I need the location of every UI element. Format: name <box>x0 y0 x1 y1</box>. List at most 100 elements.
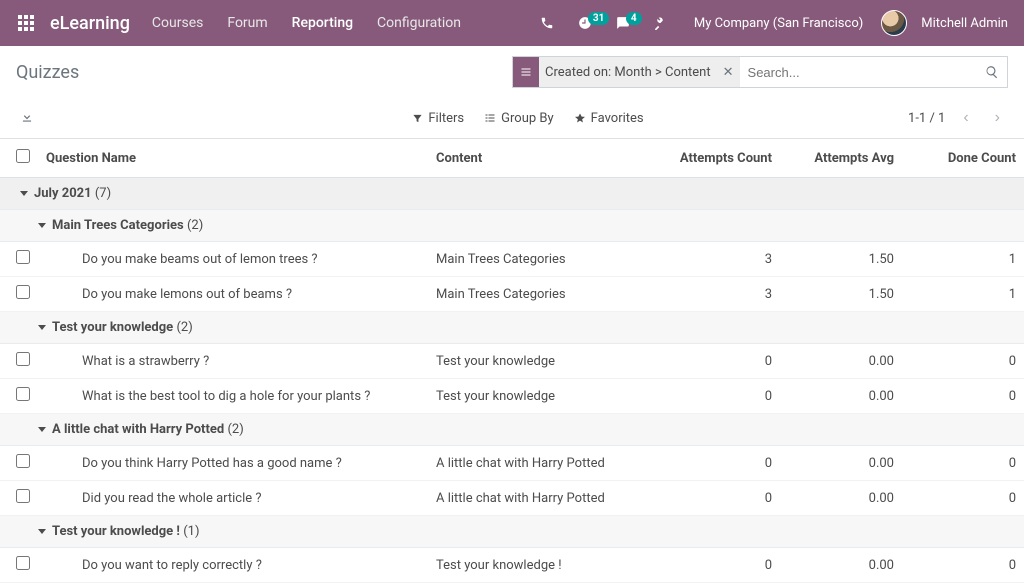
cell-done-count: 0 <box>902 344 1024 379</box>
select-all-checkbox[interactable] <box>16 149 30 163</box>
systray: 31 4 My Company (San Francisco) Mitchell… <box>532 8 1016 38</box>
caret-down-icon <box>38 325 46 330</box>
search-bar: Created on: Month > Content ✕ <box>512 56 1008 88</box>
search-facet: Created on: Month > Content ✕ <box>513 57 740 87</box>
table-row[interactable]: Do you make lemons out of beams ?Main Tr… <box>0 277 1024 312</box>
table-row[interactable]: Did you read the whole article ?A little… <box>0 481 1024 516</box>
cell-content: A little chat with Harry Potted <box>428 481 658 516</box>
caret-down-icon <box>38 427 46 432</box>
list-icon <box>513 57 539 87</box>
cell-done-count: 1 <box>902 242 1024 277</box>
cell-attempts-avg: 0.00 <box>780 379 902 414</box>
cell-done-count: 0 <box>902 379 1024 414</box>
facet-remove[interactable]: ✕ <box>717 65 740 80</box>
avatar[interactable] <box>881 10 907 36</box>
search-button[interactable] <box>977 57 1007 87</box>
data-table: Question Name Content Attempts Count Att… <box>0 139 1024 583</box>
cell-done-count: 0 <box>902 446 1024 481</box>
group-row[interactable]: Test your knowledge ! (1) <box>0 516 1024 548</box>
col-question[interactable]: Question Name <box>38 139 428 178</box>
groupby-label: Group By <box>501 111 554 126</box>
page-prev[interactable]: ‹ <box>955 103 976 133</box>
cell-done-count: 0 <box>902 548 1024 583</box>
favorites-dropdown[interactable]: Favorites <box>574 111 644 126</box>
cell-question: Do you want to reply correctly ? <box>38 548 428 583</box>
calendar-badge: 31 <box>588 12 609 25</box>
row-checkbox[interactable] <box>16 489 30 503</box>
brand[interactable]: eLearning <box>44 13 140 34</box>
cell-attempts-avg: 1.50 <box>780 277 902 312</box>
cell-question: Do you think Harry Potted has a good nam… <box>38 446 428 481</box>
row-checkbox[interactable] <box>16 387 30 401</box>
clock-icon[interactable]: 31 <box>570 8 600 38</box>
caret-down-icon <box>38 529 46 534</box>
cell-attempts-avg: 1.50 <box>780 242 902 277</box>
cell-question: Do you make lemons out of beams ? <box>38 277 428 312</box>
cell-attempts-count: 0 <box>658 379 780 414</box>
nav-courses[interactable]: Courses <box>140 1 215 45</box>
row-checkbox[interactable] <box>16 352 30 366</box>
download-button[interactable] <box>16 106 38 131</box>
cell-content: Main Trees Categories <box>428 277 658 312</box>
group-row[interactable]: Test your knowledge (2) <box>0 312 1024 344</box>
groupby-dropdown[interactable]: Group By <box>484 111 554 126</box>
chat-icon[interactable]: 4 <box>608 8 638 38</box>
username[interactable]: Mitchell Admin <box>915 16 1016 31</box>
row-checkbox[interactable] <box>16 556 30 570</box>
row-checkbox[interactable] <box>16 250 30 264</box>
cell-done-count: 1 <box>902 277 1024 312</box>
filters-label: Filters <box>428 111 464 126</box>
cell-attempts-avg: 0.00 <box>780 446 902 481</box>
search-input[interactable] <box>740 57 977 87</box>
nav-reporting[interactable]: Reporting <box>280 1 365 45</box>
navbar: eLearning Courses Forum Reporting Config… <box>0 0 1024 46</box>
cell-question: What is the best tool to dig a hole for … <box>38 379 428 414</box>
facet-label: Created on: Month > Content <box>539 65 717 80</box>
caret-down-icon <box>20 191 28 196</box>
filters-dropdown[interactable]: Filters <box>412 111 464 126</box>
chat-badge: 4 <box>626 12 642 25</box>
col-done-count[interactable]: Done Count <box>902 139 1024 178</box>
table-row[interactable]: Do you think Harry Potted has a good nam… <box>0 446 1024 481</box>
cell-attempts-count: 0 <box>658 344 780 379</box>
cell-question: Do you make beams out of lemon trees ? <box>38 242 428 277</box>
table-row[interactable]: What is a strawberry ?Test your knowledg… <box>0 344 1024 379</box>
nav-configuration[interactable]: Configuration <box>365 1 473 45</box>
cell-attempts-count: 0 <box>658 481 780 516</box>
table-row[interactable]: What is the best tool to dig a hole for … <box>0 379 1024 414</box>
cell-attempts-count: 0 <box>658 446 780 481</box>
cell-attempts-count: 3 <box>658 242 780 277</box>
col-attempts-count[interactable]: Attempts Count <box>658 139 780 178</box>
group-row[interactable]: Main Trees Categories (2) <box>0 210 1024 242</box>
cell-attempts-avg: 0.00 <box>780 481 902 516</box>
favorites-label: Favorites <box>591 111 644 126</box>
pager[interactable]: 1-1 / 1 <box>908 111 945 126</box>
caret-down-icon <box>38 223 46 228</box>
col-attempts-avg[interactable]: Attempts Avg <box>780 139 902 178</box>
nav-forum[interactable]: Forum <box>215 1 279 45</box>
cell-attempts-avg: 0.00 <box>780 344 902 379</box>
cell-question: Did you read the whole article ? <box>38 481 428 516</box>
group-row[interactable]: July 2021 (7) <box>0 178 1024 210</box>
phone-icon[interactable] <box>532 8 562 38</box>
cell-content: Main Trees Categories <box>428 242 658 277</box>
col-content[interactable]: Content <box>428 139 658 178</box>
page-title: Quizzes <box>16 62 79 83</box>
cell-content: Test your knowledge <box>428 344 658 379</box>
company-selector[interactable]: My Company (San Francisco) <box>684 16 873 31</box>
row-checkbox[interactable] <box>16 285 30 299</box>
cell-attempts-count: 0 <box>658 548 780 583</box>
cell-question: What is a strawberry ? <box>38 344 428 379</box>
table-row[interactable]: Do you want to reply correctly ?Test you… <box>0 548 1024 583</box>
nav-links: Courses Forum Reporting Configuration <box>140 1 473 45</box>
row-checkbox[interactable] <box>16 454 30 468</box>
tools-icon[interactable] <box>646 8 676 38</box>
cell-content: Test your knowledge ! <box>428 548 658 583</box>
apps-icon[interactable] <box>8 7 44 39</box>
page-next[interactable]: › <box>987 103 1008 133</box>
cell-done-count: 0 <box>902 481 1024 516</box>
table-row[interactable]: Do you make beams out of lemon trees ?Ma… <box>0 242 1024 277</box>
cell-attempts-count: 3 <box>658 277 780 312</box>
group-row[interactable]: A little chat with Harry Potted (2) <box>0 414 1024 446</box>
control-panel: Quizzes Created on: Month > Content ✕ <box>0 46 1024 139</box>
